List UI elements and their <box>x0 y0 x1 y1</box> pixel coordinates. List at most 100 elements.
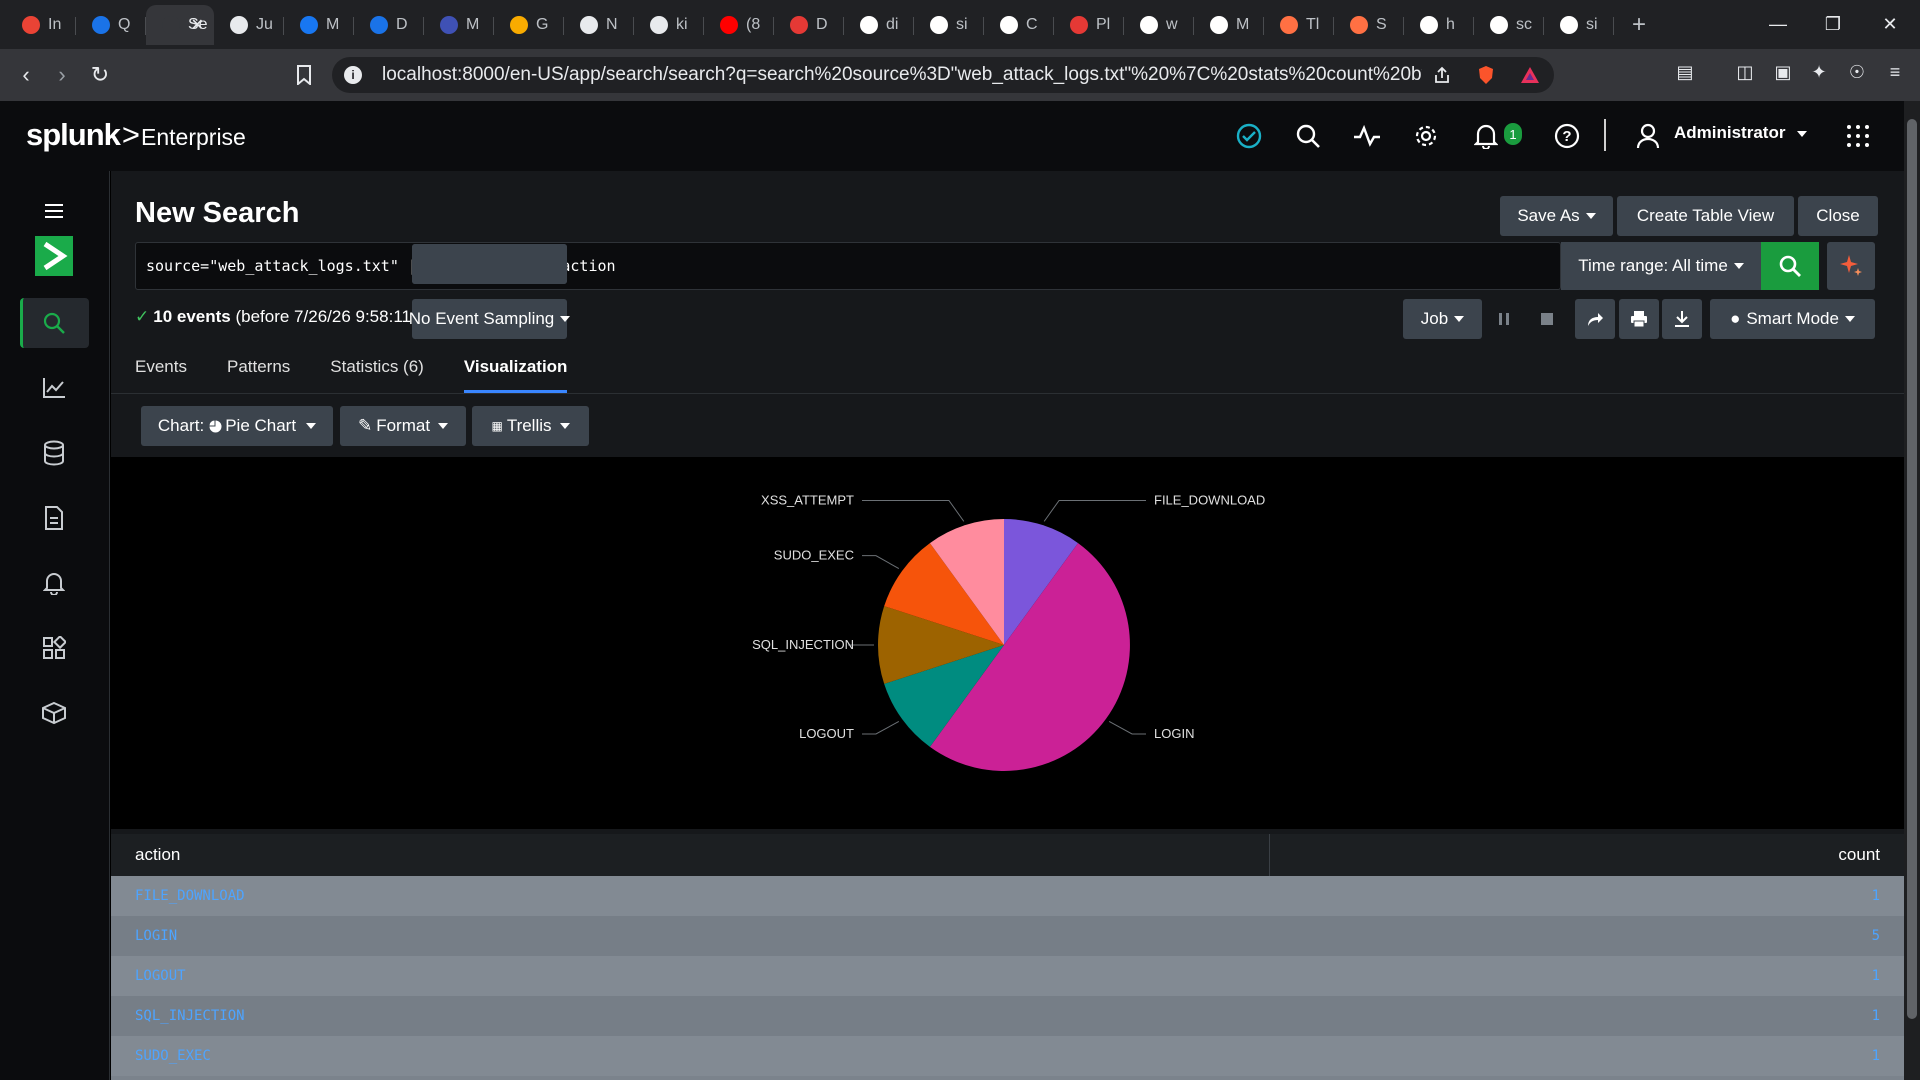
browser-tab[interactable]: Se ✕ <box>146 4 214 45</box>
cell-count[interactable]: 1 <box>1872 888 1880 904</box>
back-button[interactable]: ‹ <box>12 61 40 89</box>
search-submit-button[interactable] <box>1761 242 1819 290</box>
browser-tab[interactable]: M <box>424 5 494 45</box>
reader-mode-icon[interactable]: ▤ <box>1674 61 1696 83</box>
help-icon[interactable]: ? <box>1553 122 1581 150</box>
pause-icon[interactable] <box>1492 307 1516 331</box>
column-header-count[interactable]: count <box>1838 845 1880 865</box>
health-check-icon[interactable] <box>1235 122 1263 150</box>
activity-icon[interactable] <box>1353 122 1381 150</box>
search-app-logo-icon[interactable] <box>34 236 74 276</box>
search-nav-icon[interactable] <box>34 303 74 343</box>
restore-button[interactable]: ❐ <box>1803 0 1863 49</box>
url-text[interactable]: localhost:8000/en-US/app/search/search?q… <box>382 64 1422 86</box>
hamburger-menu-icon[interactable] <box>34 191 74 231</box>
browser-tab[interactable]: di <box>844 5 914 45</box>
tab-events[interactable]: Events <box>135 357 187 393</box>
reload-button[interactable]: ↻ <box>86 61 114 89</box>
chart-type-dropdown[interactable]: Chart: Pie Chart <box>141 406 333 446</box>
site-info-icon[interactable]: i <box>344 66 362 84</box>
format-dropdown[interactable]: ✎ Format <box>340 406 466 446</box>
notification-badge[interactable]: 1 <box>1504 123 1522 145</box>
scrollbar-thumb[interactable] <box>1907 119 1917 1019</box>
close-tab-icon[interactable]: ✕ <box>191 15 204 35</box>
time-range-picker[interactable]: Time range: All time <box>1561 242 1761 290</box>
job-menu-button[interactable]: Job <box>1403 299 1482 339</box>
print-button[interactable] <box>1619 299 1659 339</box>
menu-icon[interactable]: ≡ <box>1884 61 1906 83</box>
bookmark-icon[interactable] <box>290 61 318 89</box>
page-scrollbar[interactable] <box>1904 101 1920 1080</box>
browser-tab[interactable]: N <box>564 5 634 45</box>
cell-count[interactable]: 1 <box>1872 968 1880 984</box>
create-table-view-button[interactable]: Create Table View <box>1617 196 1794 236</box>
minimize-button[interactable]: — <box>1748 0 1808 49</box>
tab-statistics[interactable]: Statistics (6) <box>330 357 424 393</box>
share-icon[interactable] <box>1432 65 1452 85</box>
browser-tab[interactable]: ki <box>634 5 704 45</box>
browser-tab[interactable]: C <box>984 5 1054 45</box>
browser-tab[interactable]: M <box>284 5 354 45</box>
cell-action[interactable]: LOGIN <box>135 928 177 944</box>
close-window-button[interactable]: ✕ <box>1860 0 1920 49</box>
brave-shield-icon[interactable] <box>1476 65 1496 85</box>
export-button[interactable] <box>1662 299 1702 339</box>
forward-button[interactable]: › <box>48 61 76 89</box>
event-sampling-dropdown[interactable]: No Event Sampling <box>409 299 571 339</box>
browser-tab[interactable]: M <box>1194 5 1264 45</box>
trellis-dropdown[interactable]: ▦ Trellis <box>472 406 589 446</box>
cell-action[interactable]: SUDO_EXEC <box>135 1048 211 1064</box>
browser-tab[interactable]: S <box>1334 5 1404 45</box>
ai-assistant-button[interactable] <box>1827 242 1875 290</box>
browser-tab[interactable]: G <box>494 5 564 45</box>
save-as-button[interactable]: Save As <box>1500 196 1613 236</box>
cell-count[interactable]: 5 <box>1872 928 1880 944</box>
browser-tab[interactable]: (8 <box>704 5 774 45</box>
cell-action[interactable]: FILE_DOWNLOAD <box>135 888 245 904</box>
browser-tab[interactable]: D <box>354 5 424 45</box>
user-icon[interactable] <box>1634 122 1662 150</box>
browser-tab[interactable]: sc <box>1474 5 1544 45</box>
close-button[interactable]: Close <box>1798 196 1878 236</box>
browser-tab[interactable]: si <box>1544 5 1614 45</box>
brave-rewards-icon[interactable] <box>1520 65 1540 85</box>
search-mode-dropdown[interactable]: ● Smart Mode <box>1710 299 1875 339</box>
vpn-icon[interactable]: ☉ <box>1846 61 1868 83</box>
browser-tab[interactable]: D <box>774 5 844 45</box>
bell-icon[interactable] <box>1472 122 1500 150</box>
browser-tab[interactable]: In <box>6 5 76 45</box>
datasets-icon[interactable] <box>34 433 74 473</box>
cell-count[interactable]: 1 <box>1872 1008 1880 1024</box>
cell-action[interactable]: LOGOUT <box>135 968 186 984</box>
splunk-logo[interactable]: splunk>Enterprise <box>26 117 246 153</box>
browser-tab[interactable]: h <box>1404 5 1474 45</box>
browser-tab[interactable]: si <box>914 5 984 45</box>
new-tab-button[interactable]: + <box>1632 11 1646 39</box>
browser-tab[interactable]: Pl <box>1054 5 1124 45</box>
tab-patterns[interactable]: Patterns <box>227 357 290 393</box>
search-input[interactable]: source="web_attack_logs.txt" | stats cou… <box>135 242 1561 290</box>
cell-count[interactable]: 1 <box>1872 1048 1880 1064</box>
apps-box-icon[interactable] <box>34 693 74 733</box>
tab-visualization[interactable]: Visualization <box>463 357 567 393</box>
browser-tab[interactable]: Ju <box>214 5 284 45</box>
cell-action[interactable]: SQL_INJECTION <box>135 1008 245 1024</box>
dashboards-icon[interactable] <box>34 628 74 668</box>
apps-grid-icon[interactable] <box>1844 122 1872 150</box>
wallet-icon[interactable]: ▣ <box>1772 61 1794 83</box>
sidebar-icon[interactable]: ◫ <box>1734 61 1756 83</box>
reports-icon[interactable] <box>34 498 74 538</box>
share-button[interactable] <box>1575 299 1615 339</box>
address-bar[interactable]: i localhost:8000/en-US/app/search/search… <box>332 57 1554 93</box>
column-header-action[interactable]: action <box>135 845 180 865</box>
leo-ai-icon[interactable]: ✦ <box>1808 61 1830 83</box>
stop-icon[interactable] <box>1535 307 1559 331</box>
browser-tab[interactable]: Tl <box>1264 5 1334 45</box>
alerts-bell-icon[interactable] <box>34 563 74 603</box>
search-icon[interactable] <box>1294 122 1322 150</box>
analytics-icon[interactable] <box>34 368 74 408</box>
gear-icon[interactable] <box>1412 122 1440 150</box>
browser-tab[interactable]: w <box>1124 5 1194 45</box>
browser-tab[interactable]: Q <box>76 5 146 45</box>
user-menu[interactable]: Administrator <box>1674 123 1808 143</box>
